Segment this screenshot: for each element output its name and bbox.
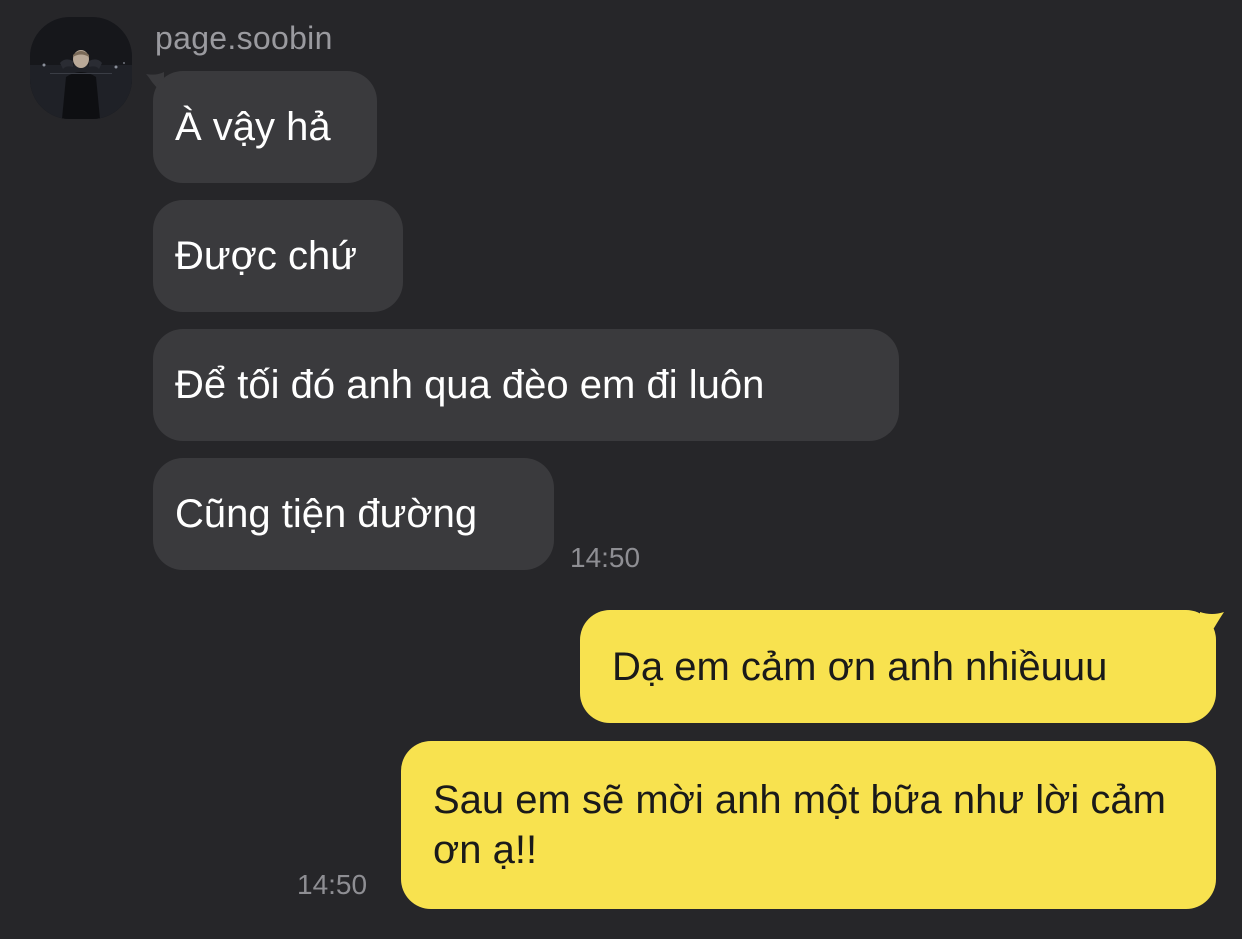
incoming-message-2[interactable]: Được chứ (153, 200, 403, 312)
message-text: Được chứ (175, 234, 358, 278)
outgoing-timestamp: 14:50 (297, 869, 368, 900)
sender-avatar[interactable] (30, 17, 132, 119)
chat-room: page.soobin À vậy hả Được chứ Để tối đó … (0, 0, 1242, 939)
sender-name[interactable]: page.soobin (155, 20, 333, 57)
message-text: À vậy hả (175, 105, 331, 149)
message-text: Dạ em cảm ơn anh nhiềuuu (612, 644, 1108, 689)
profile-photo-icon (30, 17, 132, 119)
message-text: Để tối đó anh qua đèo em đi luôn (175, 363, 765, 407)
outgoing-message-2[interactable]: Sau em sẽ mời anh một bữa như lời cảm ơn… (401, 741, 1216, 909)
outgoing-message-1[interactable]: Dạ em cảm ơn anh nhiềuuu (580, 610, 1216, 723)
message-text: Cũng tiện đường (175, 492, 478, 536)
incoming-timestamp: 14:50 (570, 542, 641, 573)
incoming-message-3[interactable]: Để tối đó anh qua đèo em đi luôn (153, 329, 899, 441)
incoming-message-4[interactable]: Cũng tiện đường (153, 458, 554, 570)
message-text: Sau em sẽ mời anh một bữa như lời cảm ơn… (433, 778, 1166, 872)
incoming-message-1[interactable]: À vậy hả (153, 71, 377, 183)
